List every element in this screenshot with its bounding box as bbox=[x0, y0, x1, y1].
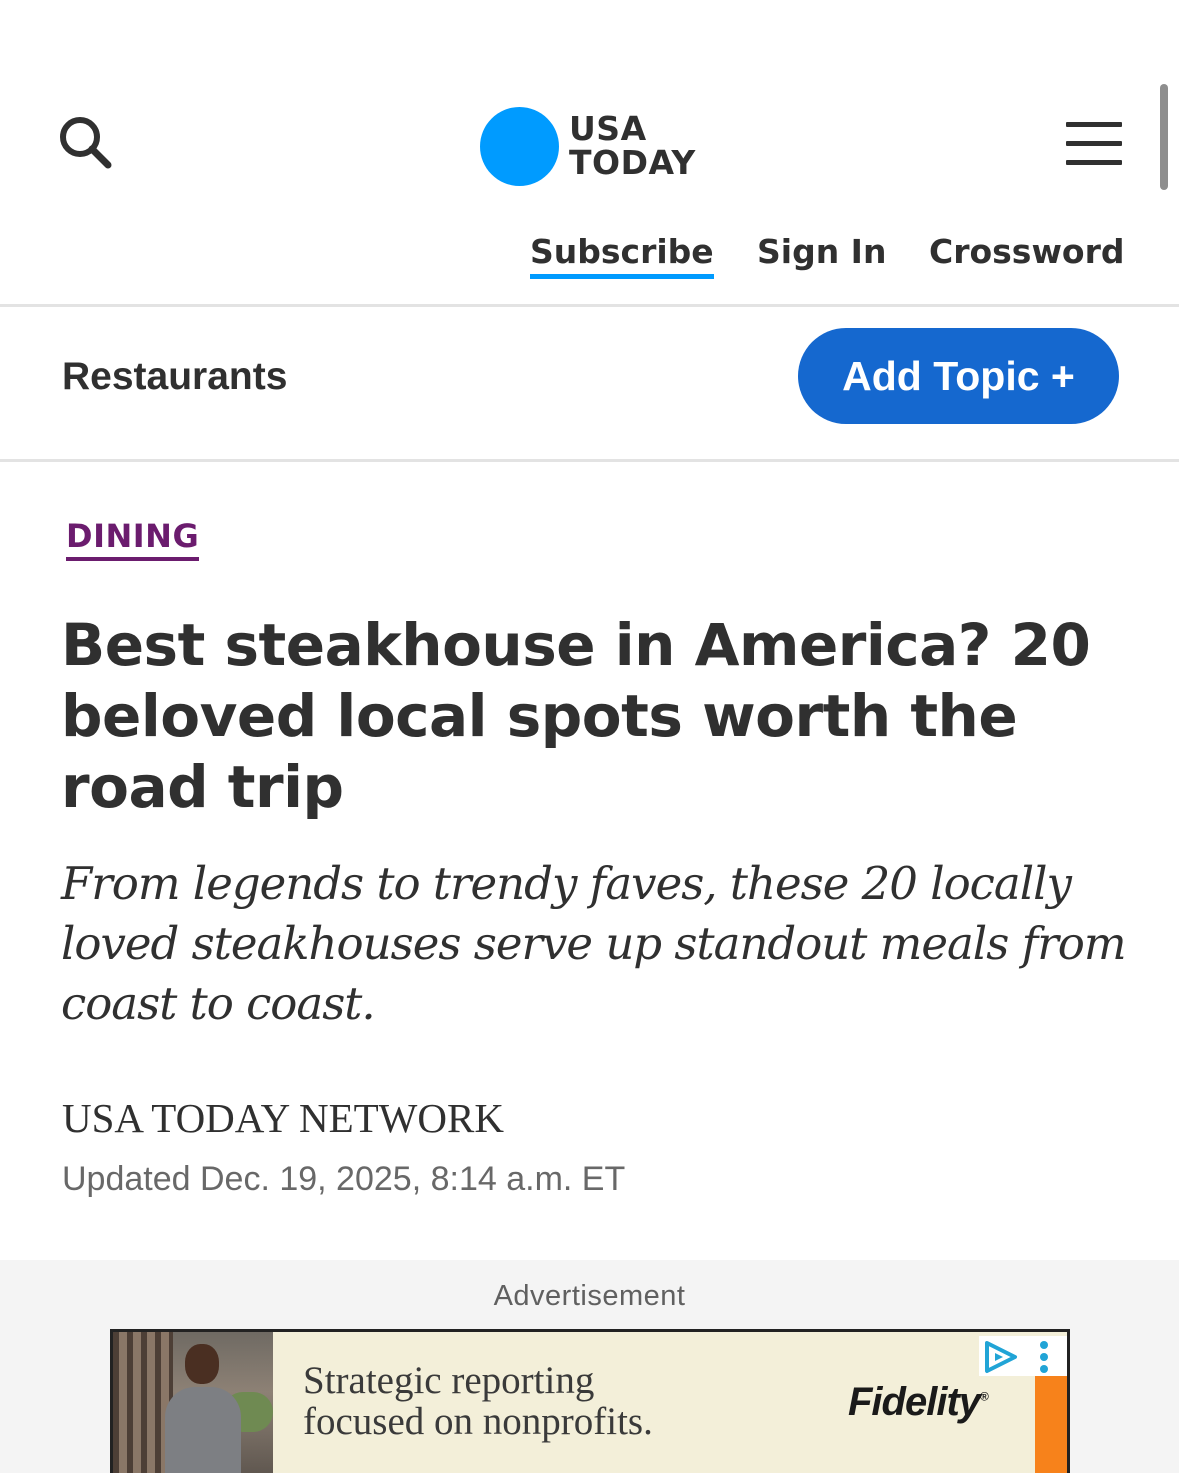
adchoices-icon[interactable] bbox=[981, 1339, 1021, 1379]
article-dek: From legends to trendy faves, these 20 l… bbox=[61, 857, 1127, 1030]
page-scrollbar[interactable] bbox=[1160, 84, 1168, 190]
ad-options-icon[interactable] bbox=[1037, 1340, 1051, 1378]
ad-copy-line-1: Strategic reporting bbox=[303, 1359, 595, 1402]
ad-copy: Strategic reporting focused on nonprofit… bbox=[303, 1360, 653, 1442]
ad-choices bbox=[979, 1336, 1067, 1379]
usa-today-logo[interactable]: USA TODAY bbox=[480, 104, 710, 188]
section-kicker-link[interactable]: DINING bbox=[66, 517, 200, 561]
ad-copy-line-2: focused on nonprofits. bbox=[303, 1400, 653, 1443]
advertisement-label: Advertisement bbox=[493, 1280, 686, 1312]
kicker-label: DINING bbox=[66, 517, 200, 555]
article-byline: USA TODAY NETWORK bbox=[62, 1095, 504, 1141]
logo-wordmark: USA TODAY bbox=[569, 112, 696, 180]
logo-line-1: USA bbox=[569, 109, 647, 148]
subscribe-underline bbox=[530, 274, 714, 279]
ad-photo-image bbox=[113, 1332, 273, 1473]
ad-banner[interactable]: Strategic reporting focused on nonprofit… bbox=[110, 1329, 1070, 1473]
ad-brand-name: Fidelity bbox=[848, 1380, 981, 1424]
search-icon[interactable] bbox=[55, 112, 117, 174]
topic-divider bbox=[0, 459, 1179, 462]
sign-in-link[interactable]: Sign In bbox=[757, 232, 886, 282]
crossword-link[interactable]: Crossword bbox=[929, 232, 1125, 282]
logo-circle-icon bbox=[480, 106, 559, 186]
article-headline: Best steakhouse in America? 20 beloved l… bbox=[61, 611, 1091, 821]
logo-line-2: TODAY bbox=[569, 143, 696, 182]
article-timestamp: Updated Dec. 19, 2025, 8:14 a.m. ET bbox=[62, 1160, 626, 1198]
subscribe-link[interactable]: Subscribe bbox=[530, 232, 714, 282]
site-header: USA TODAY Subscribe Sign In Crossword bbox=[0, 0, 1179, 307]
kicker-underline bbox=[66, 557, 200, 561]
advertisement-area: Advertisement Strategic reporting focuse… bbox=[0, 1260, 1179, 1473]
ad-orange-accent bbox=[1035, 1376, 1067, 1473]
topic-bar: Restaurants Add Topic + bbox=[0, 307, 1179, 460]
hamburger-menu-icon[interactable] bbox=[1066, 120, 1124, 168]
subscribe-label: Subscribe bbox=[530, 232, 714, 271]
ad-brand-logo: Fidelity® bbox=[848, 1380, 989, 1425]
add-topic-button[interactable]: Add Topic + bbox=[798, 328, 1119, 424]
topic-label[interactable]: Restaurants bbox=[62, 355, 287, 399]
ad-brand-mark: ® bbox=[980, 1389, 989, 1404]
